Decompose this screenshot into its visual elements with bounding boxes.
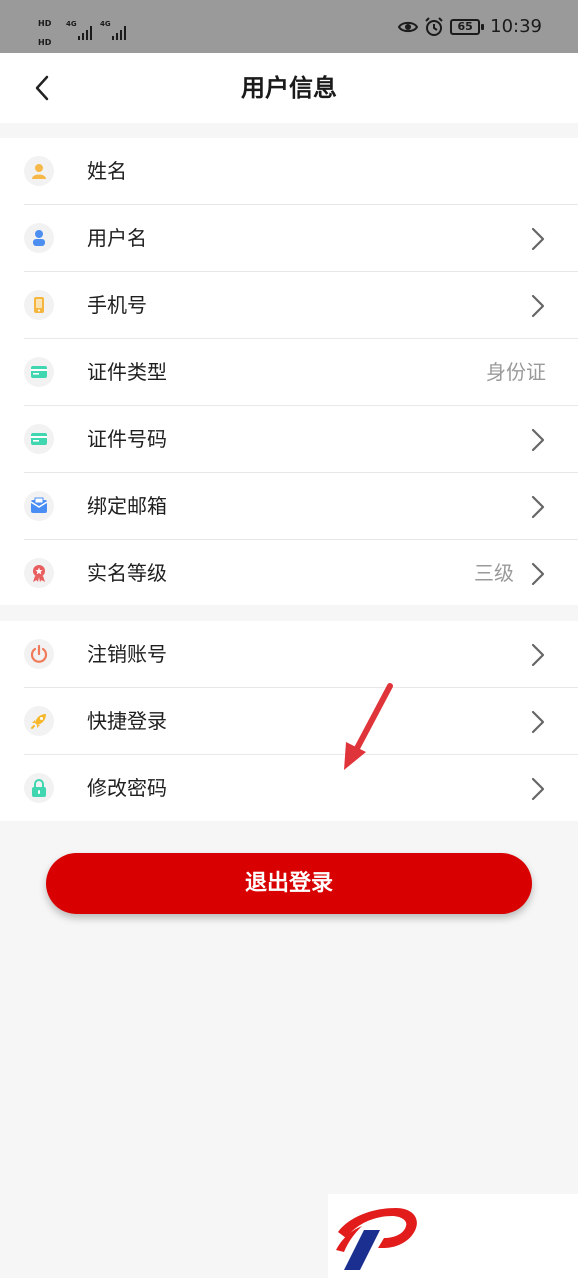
row-label: 绑定邮箱 bbox=[87, 494, 167, 518]
user-icon bbox=[24, 156, 54, 186]
account-actions-section: 注销账号快捷登录修改密码 bbox=[0, 621, 578, 821]
status-bar: HD HD 4G 4G 65 10:39 bbox=[0, 0, 578, 53]
row-label: 手机号 bbox=[87, 293, 147, 317]
chevron-right-icon bbox=[530, 428, 546, 452]
action-row-0[interactable]: 注销账号 bbox=[0, 621, 578, 688]
row-label: 快捷登录 bbox=[87, 709, 167, 733]
card-icon bbox=[24, 424, 54, 454]
row-label: 证件类型 bbox=[87, 360, 167, 384]
info-row-5[interactable]: 绑定邮箱 bbox=[0, 473, 578, 540]
hd-indicator-2: HD bbox=[38, 38, 52, 47]
title-bar: 用户信息 bbox=[0, 53, 578, 123]
info-row-6[interactable]: 实名等级 三级 bbox=[0, 540, 578, 607]
status-right: 65 10:39 bbox=[398, 0, 542, 53]
card-icon bbox=[24, 357, 54, 387]
action-row-2[interactable]: 修改密码 bbox=[0, 755, 578, 822]
chevron-right-icon bbox=[530, 562, 546, 586]
info-row-4[interactable]: 证件号码 bbox=[0, 406, 578, 473]
status-time: 10:39 bbox=[490, 16, 542, 37]
rocket-icon bbox=[24, 706, 54, 736]
info-row-0[interactable]: 姓名 bbox=[0, 138, 578, 205]
row-label: 注销账号 bbox=[87, 642, 167, 666]
row-label: 修改密码 bbox=[87, 776, 167, 800]
row-value: 三级 bbox=[474, 561, 514, 585]
row-label: 用户名 bbox=[87, 226, 147, 250]
brand-logo-icon bbox=[336, 1208, 417, 1270]
phone-icon bbox=[24, 290, 54, 320]
mail-icon bbox=[24, 491, 54, 521]
battery-icon: 65 bbox=[450, 18, 485, 35]
hd-indicator: HD bbox=[38, 19, 52, 28]
person-icon bbox=[24, 223, 54, 253]
chevron-right-icon bbox=[530, 227, 546, 251]
eye-icon bbox=[398, 21, 419, 32]
info-row-2[interactable]: 手机号 bbox=[0, 272, 578, 339]
action-row-1[interactable]: 快捷登录 bbox=[0, 688, 578, 755]
row-value: 身份证 bbox=[486, 360, 546, 384]
chevron-right-icon bbox=[530, 777, 546, 801]
annotation-arrow-icon bbox=[344, 683, 393, 770]
chevron-right-icon bbox=[530, 294, 546, 318]
lock-icon bbox=[24, 773, 54, 803]
row-label: 证件号码 bbox=[87, 427, 167, 451]
badge-icon bbox=[24, 558, 54, 588]
logout-button[interactable]: 退出登录 bbox=[46, 853, 532, 914]
chevron-right-icon bbox=[530, 643, 546, 667]
row-label: 姓名 bbox=[87, 159, 127, 183]
user-info-section: 姓名用户名手机号证件类型 身份证证件号码绑定邮箱实名等级 三级 bbox=[0, 138, 578, 605]
alarm-icon bbox=[425, 16, 443, 36]
info-row-3[interactable]: 证件类型 身份证 bbox=[0, 339, 578, 406]
chevron-right-icon bbox=[530, 710, 546, 734]
network-type-label: 4G bbox=[66, 20, 77, 28]
page-title: 用户信息 bbox=[241, 74, 337, 102]
network-type-label-2: 4G bbox=[100, 20, 111, 28]
watermark bbox=[328, 1194, 578, 1278]
power-icon bbox=[24, 639, 54, 669]
chevron-right-icon bbox=[530, 495, 546, 519]
info-row-1[interactable]: 用户名 bbox=[0, 205, 578, 272]
row-label: 实名等级 bbox=[87, 561, 167, 585]
